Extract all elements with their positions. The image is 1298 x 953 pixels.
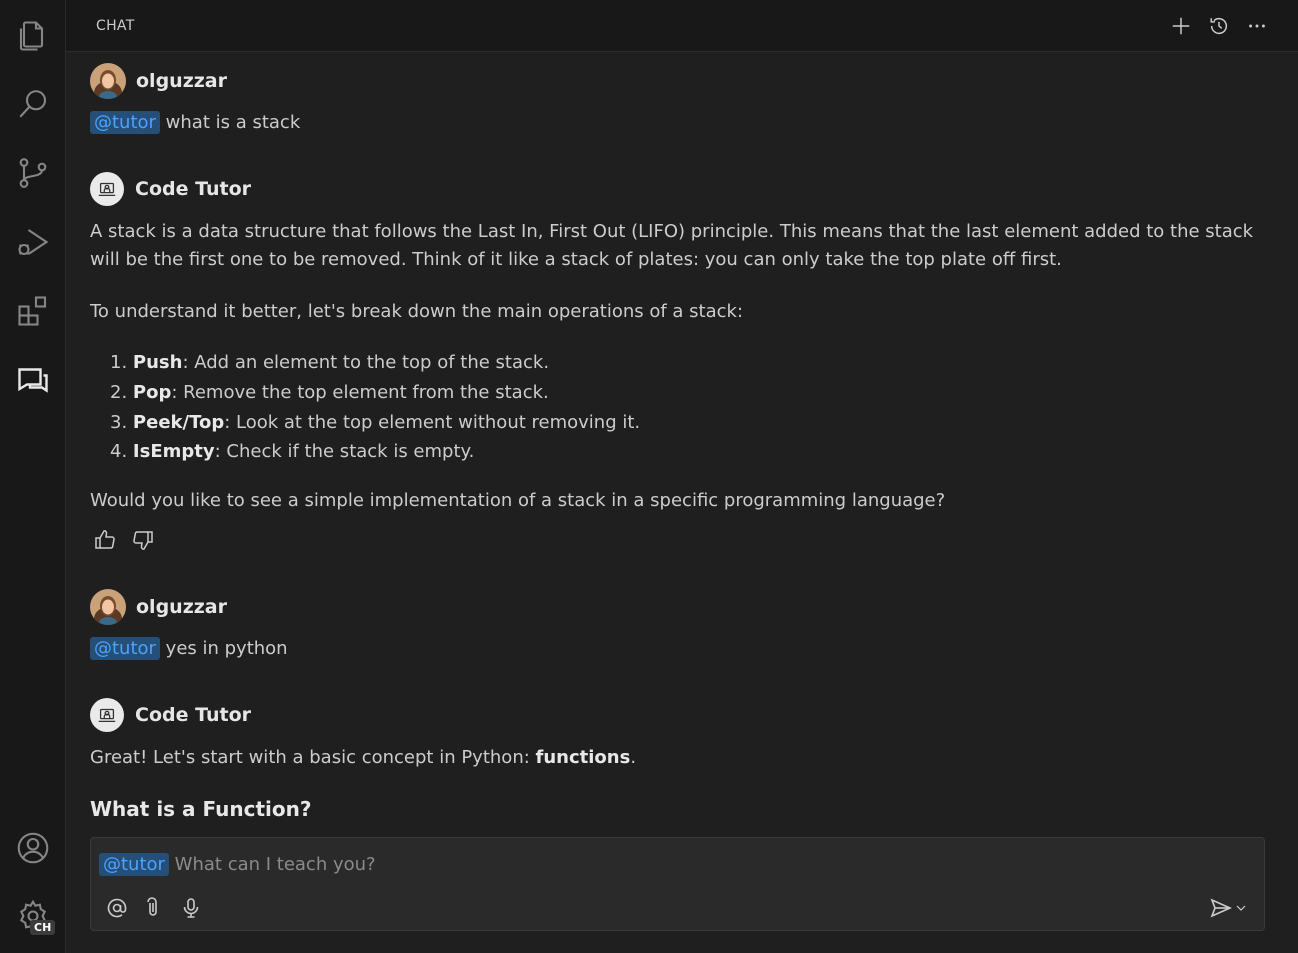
message-header-bot: Code Tutor	[90, 171, 251, 207]
search-icon[interactable]	[13, 84, 53, 124]
source-control-icon[interactable]	[13, 153, 53, 193]
activity-bar: CH	[0, 0, 66, 953]
chevron-down-icon[interactable]	[1231, 895, 1251, 921]
response-paragraph: To understand it better, let's break dow…	[90, 301, 744, 322]
response-paragraph: A stack is a data structure that follows…	[90, 221, 1254, 270]
chat-input-text[interactable]: @tutor What can I teach you?	[99, 853, 376, 876]
response-subheading: What is a Function?	[90, 797, 312, 821]
author-name: Code Tutor	[135, 704, 252, 726]
mention-chip[interactable]: @tutor	[90, 637, 160, 660]
attach-icon[interactable]	[140, 895, 166, 921]
list-number: 1.	[110, 352, 128, 373]
bot-avatar	[90, 698, 124, 732]
list-item: 4. IsEmpty: Check if the stack is empty.	[110, 441, 474, 462]
list-number: 2.	[110, 382, 128, 403]
response-bold-text: functions	[535, 747, 631, 768]
list-desc: : Check if the stack is empty.	[214, 441, 475, 462]
new-chat-icon[interactable]	[1169, 14, 1193, 38]
account-icon[interactable]	[13, 828, 53, 868]
list-number: 4.	[110, 441, 128, 462]
thumbs-down-icon[interactable]	[130, 527, 156, 553]
bot-avatar	[90, 172, 124, 206]
list-term: Push	[132, 352, 183, 373]
chat-input[interactable]: @tutor What can I teach you?	[90, 837, 1265, 931]
thumbs-up-icon[interactable]	[92, 527, 118, 553]
list-term: Pop	[132, 382, 172, 403]
more-actions-icon[interactable]	[1245, 14, 1269, 38]
list-item: 3. Peek/Top: Look at the top element wit…	[110, 412, 640, 433]
author-name: olguzzar	[136, 596, 228, 618]
avatar	[90, 589, 126, 625]
message-text: what is a stack	[165, 112, 301, 133]
panel-title: CHAT	[96, 18, 135, 34]
response-text: Great! Let's start with a basic concept …	[90, 747, 536, 768]
mention-at-icon[interactable]	[104, 895, 130, 921]
user-message: @tutor yes in python	[90, 637, 288, 660]
response-text: .	[630, 747, 637, 768]
run-debug-icon[interactable]	[13, 222, 53, 262]
list-item: 2. Pop: Remove the top element from the …	[110, 382, 549, 403]
settings-badge: CH	[30, 920, 56, 935]
avatar	[90, 63, 126, 99]
list-desc: : Add an element to the top of the stack…	[182, 352, 550, 373]
list-number: 3.	[110, 412, 128, 433]
response-paragraph: Would you like to see a simple implement…	[90, 490, 946, 511]
extensions-icon[interactable]	[13, 291, 53, 331]
panel-header: CHAT	[66, 0, 1298, 52]
list-term: IsEmpty	[132, 441, 215, 462]
message-header-user: olguzzar	[90, 63, 227, 99]
history-icon[interactable]	[1207, 14, 1231, 38]
list-item: 1. Push: Add an element to the top of th…	[110, 352, 549, 373]
author-name: olguzzar	[136, 70, 228, 92]
chat-panel: CHAT olguzzar @tutor what is a stack Cod…	[66, 0, 1298, 953]
microphone-icon[interactable]	[178, 895, 204, 921]
list-desc: : Remove the top element from the stack.	[171, 382, 549, 403]
explorer-icon[interactable]	[13, 16, 53, 56]
message-text: yes in python	[165, 638, 288, 659]
message-header-bot: Code Tutor	[90, 697, 251, 733]
list-term: Peek/Top	[132, 412, 225, 433]
author-name: Code Tutor	[135, 178, 252, 200]
list-desc: : Look at the top element without removi…	[224, 412, 641, 433]
message-header-user: olguzzar	[90, 589, 227, 625]
response-paragraph: Great! Let's start with a basic concept …	[90, 744, 1270, 772]
mention-chip[interactable]: @tutor	[90, 111, 160, 134]
input-placeholder: What can I teach you?	[174, 854, 376, 875]
user-message: @tutor what is a stack	[90, 111, 301, 134]
chat-icon[interactable]	[13, 360, 53, 400]
mention-chip[interactable]: @tutor	[99, 853, 169, 876]
